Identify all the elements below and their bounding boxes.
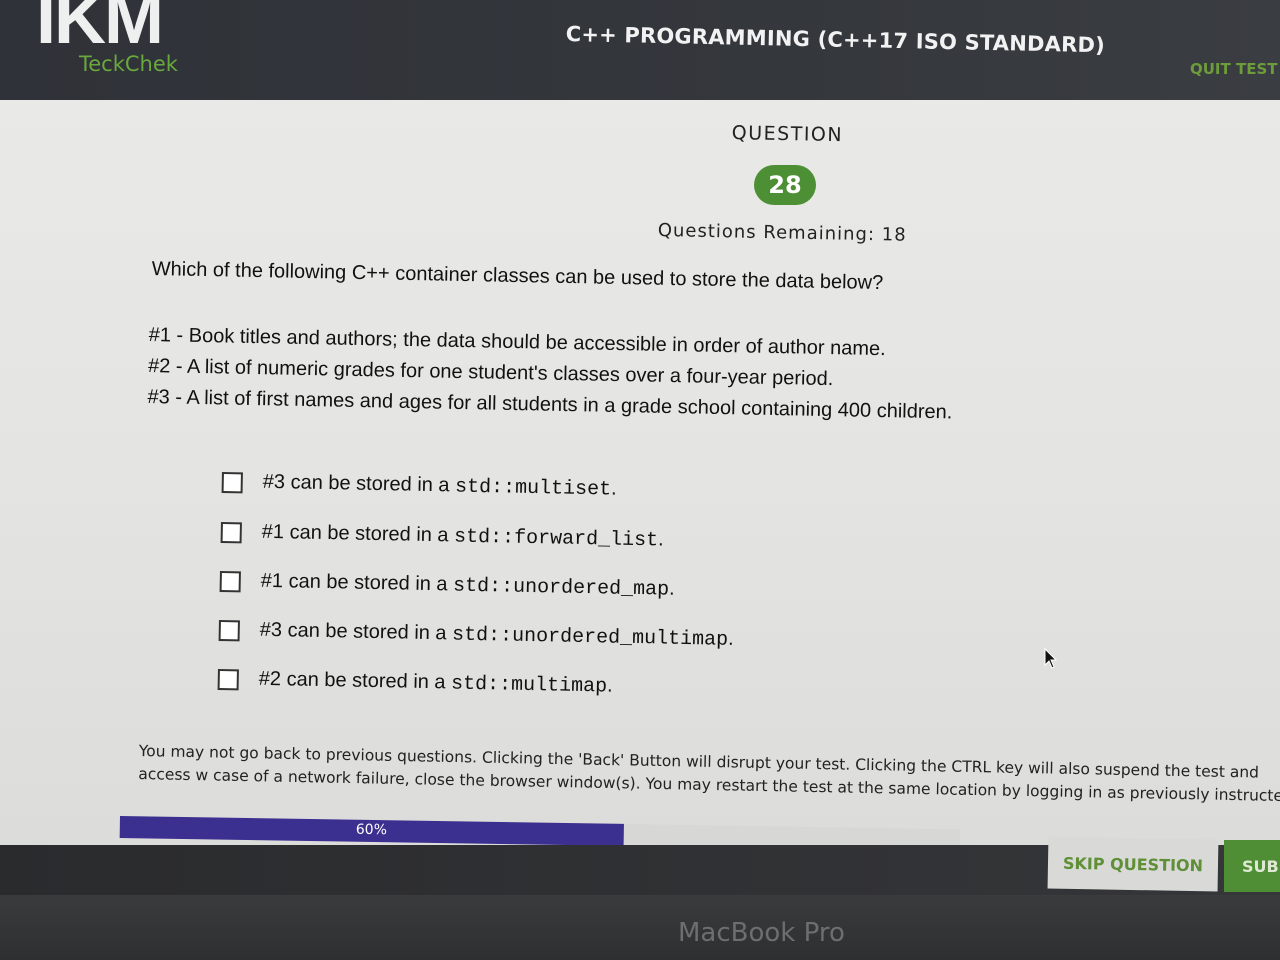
questions-remaining: Questions Remaining: 18 [657,220,907,246]
option-label: #2 can be stored in a std::multimap. [259,668,613,699]
option-label: #3 can be stored in a std::unordered_mul… [260,619,734,652]
teckchek-logo: TeckChek [79,52,178,76]
option-suffix: . [610,477,617,500]
option-suffix: . [606,674,613,697]
option-prefix: #1 can be stored in a [260,569,454,596]
answer-option-5[interactable]: #2 can be stored in a std::multimap. [217,667,613,699]
quit-test-button[interactable]: QUIT TEST [1190,60,1277,78]
option-prefix: #1 can be stored in a [261,520,455,547]
option-code: std::multimap [450,672,608,699]
ikm-logo: IKM [36,0,164,59]
option-label: #1 can be stored in a std::unordered_map… [261,570,675,602]
test-screen: IKM TeckChek C++ PROGRAMMING (C++17 ISO … [0,0,1280,960]
test-title: C++ PROGRAMMING (C++17 ISO STANDARD) [565,22,1106,58]
submit-button[interactable]: SUBMIT [1224,840,1280,892]
answer-option-3[interactable]: #1 can be stored in a std::unordered_map… [219,569,675,602]
option-checkbox[interactable] [220,521,242,543]
test-notice: You may not go back to previous question… [138,741,1280,806]
option-code: std::forward_list [453,525,659,553]
option-code: std::unordered_multimap [451,623,729,652]
option-checkbox[interactable] [217,668,239,690]
question-label: QUESTION [731,122,844,147]
option-suffix: . [727,627,734,650]
option-checkbox[interactable] [221,471,243,493]
answer-option-4[interactable]: #3 can be stored in a std::unordered_mul… [218,618,734,652]
option-label: #1 can be stored in a std::forward_list. [262,521,664,553]
option-checkbox[interactable] [219,570,241,592]
option-suffix: . [668,577,675,600]
question-prompt: Which of the following C++ container cla… [151,258,884,295]
option-code: std::multiset [454,475,612,502]
header-bar: IKM TeckChek C++ PROGRAMMING (C++17 ISO … [0,0,1280,100]
option-prefix: #2 can be stored in a [258,667,452,694]
option-checkbox[interactable] [218,619,240,641]
option-prefix: #3 can be stored in a [259,618,453,645]
option-code: std::unordered_map [452,574,670,602]
question-panel: QUESTION 28 Questions Remaining: 18 Whic… [0,100,1280,852]
option-suffix: . [657,528,664,551]
question-number-badge: 28 [754,165,816,205]
option-prefix: #3 can be stored in a [262,470,456,497]
answer-option-1[interactable]: #3 can be stored in a std::multiset. [221,470,617,502]
progress-label: 60% [355,821,388,839]
answer-option-2[interactable]: #1 can be stored in a std::forward_list. [220,520,664,553]
data-items-list: #1 - Book titles and authors; the data s… [147,320,1049,430]
macbook-label: MacBook Pro [678,918,845,948]
mouse-cursor-icon [1044,648,1058,669]
laptop-bezel [0,895,1280,960]
skip-question-button[interactable]: SKIP QUESTION [1047,836,1219,892]
option-label: #3 can be stored in a std::multiset. [263,471,617,502]
